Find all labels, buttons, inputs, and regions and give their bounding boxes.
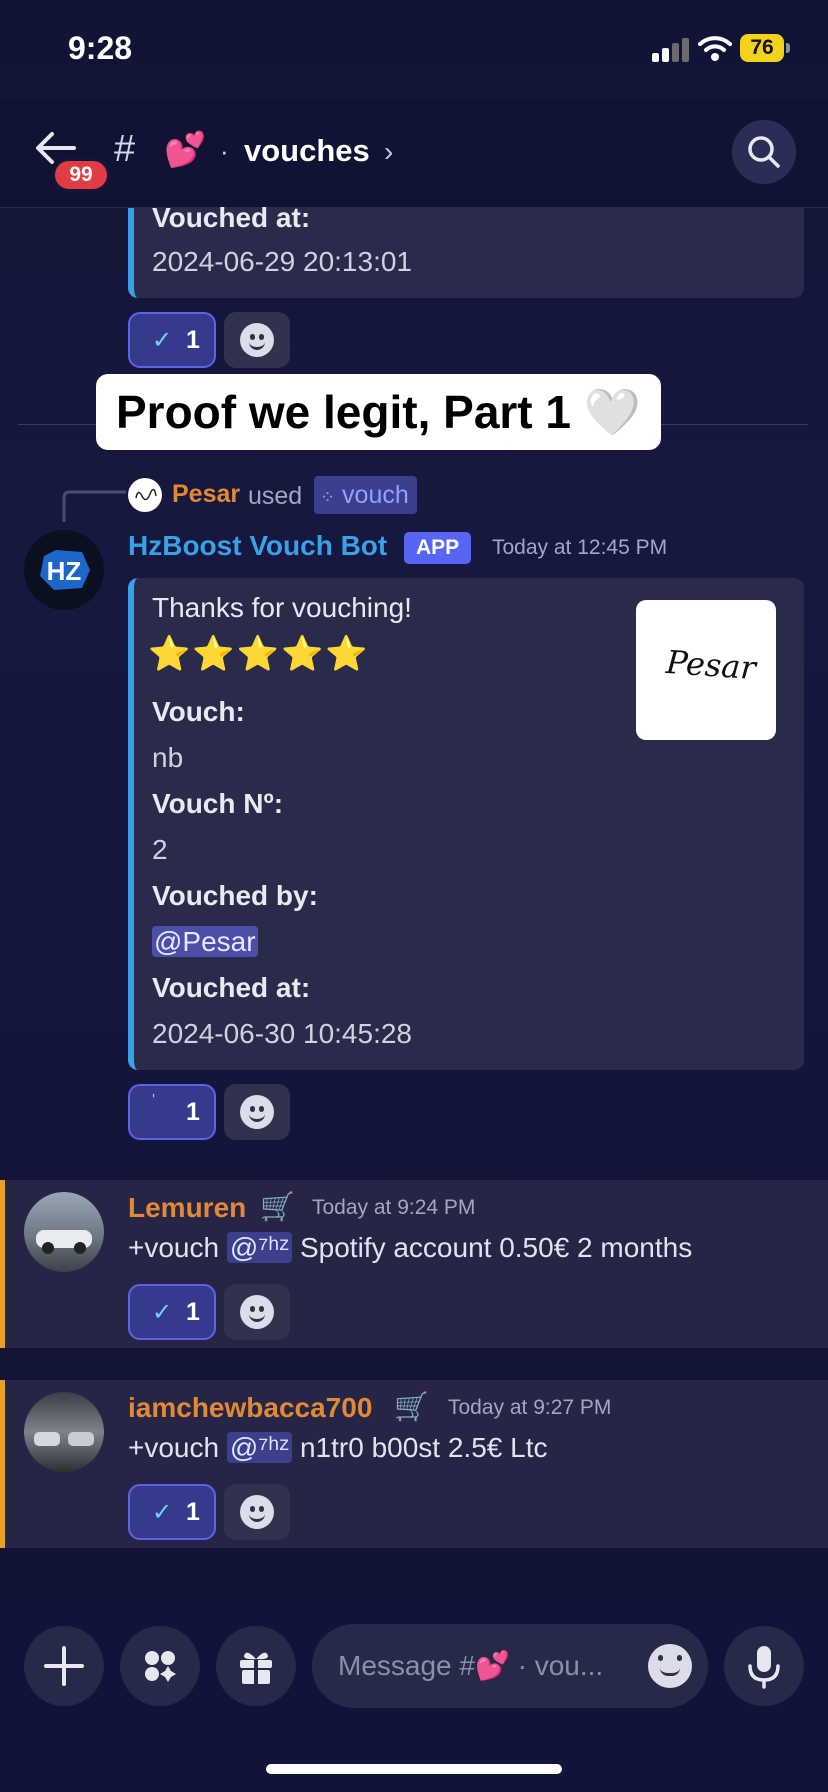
embed-field-name: Vouched at: [152, 202, 311, 233]
emoji-picker-icon[interactable] [648, 1644, 692, 1688]
message-timestamp: Today at 12:45 PM [492, 536, 668, 559]
cart-badge-icon: 🛒 [394, 1391, 429, 1422]
avatar[interactable] [24, 1192, 104, 1272]
bot-avatar[interactable]: HZ [24, 530, 104, 610]
slash-command: vouch [342, 481, 409, 509]
channel-name[interactable]: vouches [244, 133, 370, 169]
embed-field-value: 2024-06-29 20:13:01 [152, 246, 412, 277]
battery-level: 76 [740, 34, 784, 62]
add-reaction-button[interactable] [224, 1284, 290, 1340]
unread-badge: 99 [52, 158, 110, 192]
message-prefix: +vouch [128, 1432, 220, 1463]
apps-icon [145, 1651, 176, 1682]
wifi-icon [698, 34, 732, 62]
smiley-icon [240, 323, 274, 357]
embed-title: Thanks for vouching! [152, 592, 412, 623]
gift-button[interactable] [216, 1626, 296, 1706]
reaction-check[interactable]: ✓ 1 [128, 312, 216, 368]
message-prefix: +vouch [128, 1232, 220, 1263]
slash-command-chip[interactable]: ⁘ vouch [314, 476, 417, 514]
reaction-check[interactable]: ' 1 [128, 1084, 216, 1140]
check-icon: ✓ [152, 1299, 173, 1326]
role-mention[interactable]: @⁷ʰᶻ [226, 1232, 293, 1263]
check-icon: ✓ [152, 327, 173, 354]
add-reaction-button[interactable] [224, 1484, 290, 1540]
reaction-count: 1 [186, 1498, 200, 1526]
reaction-count: 1 [186, 1098, 200, 1126]
embed-field-name: Vouch: [152, 696, 245, 727]
vouch-embed: Thanks for vouching! ⭐⭐⭐⭐⭐ Vouch: nb Vou… [128, 578, 804, 1070]
embed-thumbnail[interactable]: Pesar [636, 600, 776, 740]
role-mention[interactable]: @⁷ʰᶻ [226, 1432, 293, 1463]
gift-icon [240, 1652, 272, 1684]
search-button[interactable] [732, 120, 796, 184]
voice-message-button[interactable] [724, 1626, 804, 1706]
message-text: Spotify account 0.50€ 2 months [299, 1232, 693, 1263]
message-username[interactable]: iamchewbacca700 [128, 1392, 372, 1424]
add-reaction-button[interactable] [224, 312, 290, 368]
cart-badge-icon: 🛒 [260, 1191, 295, 1222]
embed-field-name: Vouched at: [152, 972, 311, 1003]
embed-field-name: Vouch Nº: [152, 788, 284, 819]
message-input[interactable] [338, 1624, 638, 1708]
search-icon [748, 136, 780, 168]
channel-emoji: 💕 [164, 131, 207, 169]
slash-username[interactable]: Pesar [172, 480, 240, 509]
embed-field-value: nb [152, 742, 184, 773]
mention-pesar[interactable]: @Pesar [152, 926, 258, 957]
slash-user-avatar [128, 478, 162, 512]
reaction-check[interactable]: ✓ 1 [128, 1284, 216, 1340]
attach-button[interactable] [24, 1626, 104, 1706]
home-indicator [266, 1764, 562, 1774]
message-input-wrapper [312, 1624, 708, 1708]
message-content: +vouch @⁷ʰᶻ Spotify account 0.50€ 2 mont… [128, 1232, 692, 1264]
microphone-icon [748, 1646, 780, 1689]
apps-button[interactable] [120, 1626, 200, 1706]
avatar[interactable] [24, 1392, 104, 1472]
plus-icon [44, 1646, 84, 1686]
message-username[interactable]: Lemuren [128, 1192, 246, 1224]
chevron-right-icon[interactable]: › [384, 136, 393, 168]
previous-vouch-embed: Vouched at: 2024-06-29 20:13:01 [128, 202, 804, 298]
embed-field-name: Vouched by: [152, 880, 318, 911]
svg-text:HZ: HZ [47, 556, 82, 586]
channel-separator: · [220, 136, 229, 166]
status-bar: 9:28 76 [0, 0, 828, 100]
battery-icon: 76 [740, 34, 790, 62]
message-text: n1tr0 b00st 2.5€ Ltc [299, 1432, 548, 1463]
channel-header: 99 # 💕 · vouches › [0, 100, 828, 208]
user-mention[interactable]: @Pesar [152, 926, 258, 958]
smiley-icon [240, 1295, 274, 1329]
slash-used-label: used [248, 482, 303, 510]
reaction-count: 1 [186, 1298, 200, 1326]
embed-field-value: 2 [152, 834, 168, 865]
reaction-count: 1 [186, 326, 200, 354]
signature-text: Pesar [664, 642, 758, 688]
caption-overlay: Proof we legit, Part 1 🤍 [96, 374, 662, 450]
check-icon: ' [152, 1092, 156, 1109]
embed-field-value: 2024-06-30 10:45:28 [152, 1018, 412, 1049]
message-timestamp: Today at 9:24 PM [312, 1196, 476, 1219]
bot-username[interactable]: HzBoost Vouch Bot [128, 530, 387, 562]
message-timestamp: Today at 9:27 PM [448, 1396, 612, 1419]
signal-icon [652, 38, 690, 62]
channel-hash-icon: # [114, 128, 136, 170]
app-grid-icon: ⁘ [320, 487, 336, 507]
app-badge: APP [404, 532, 472, 564]
status-time: 9:28 [68, 30, 133, 66]
smiley-icon [240, 1495, 274, 1529]
add-reaction-button[interactable] [224, 1084, 290, 1140]
smiley-icon [240, 1095, 274, 1129]
reply-connector [62, 490, 126, 522]
message-content: +vouch @⁷ʰᶻ n1tr0 b00st 2.5€ Ltc [128, 1432, 547, 1464]
star-rating: ⭐⭐⭐⭐⭐ [148, 635, 370, 673]
check-icon: ✓ [152, 1499, 173, 1526]
reaction-check[interactable]: ✓ 1 [128, 1484, 216, 1540]
